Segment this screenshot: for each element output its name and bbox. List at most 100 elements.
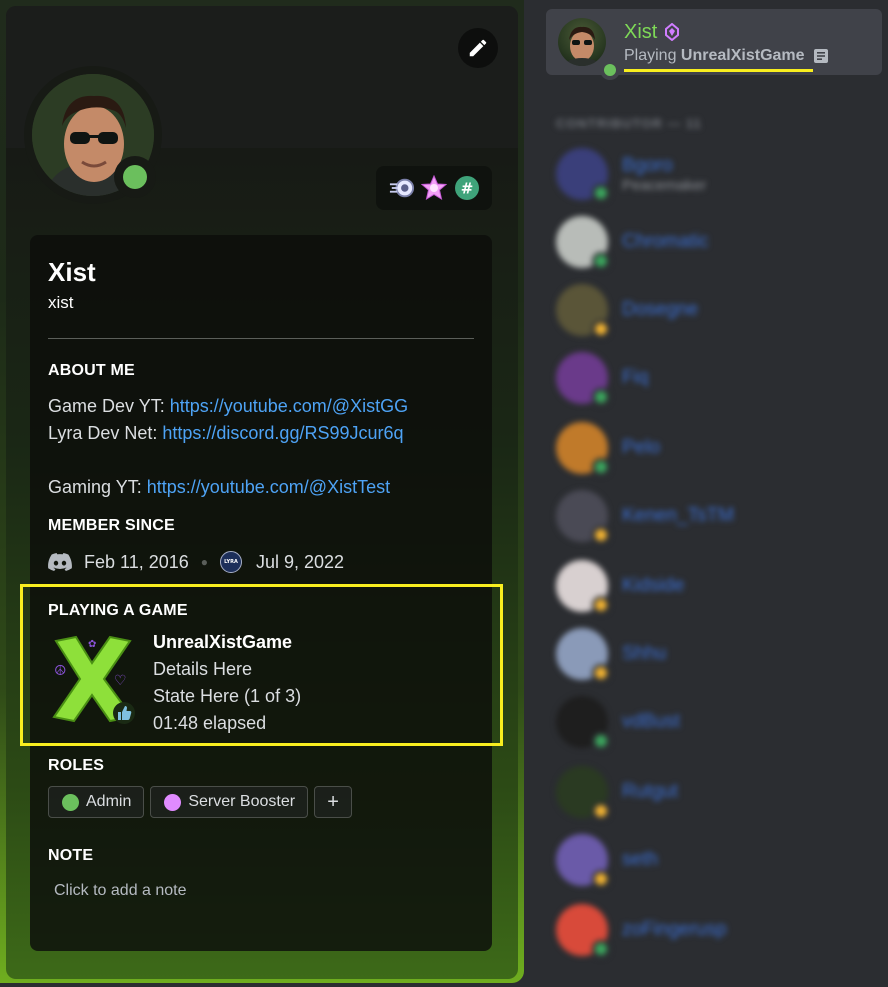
member-activity: Playing UnrealXistGame: [624, 46, 829, 72]
online-status-dot: [604, 64, 616, 76]
role-label: Server Booster: [188, 793, 296, 810]
status-indicator: [592, 664, 610, 682]
divider: [48, 338, 474, 339]
online-status-indicator: [600, 60, 620, 80]
user-profile-popout: # Xist xist ABOUT ME Game Dev YT: https:…: [0, 0, 524, 983]
display-name: Xist: [48, 257, 96, 287]
role-admin[interactable]: Admin: [48, 786, 145, 818]
game-elapsed-time: 01:48 elapsed: [153, 713, 267, 733]
member-since-row: Feb 11, 2016 ● LYRA Jul 9, 2022: [48, 550, 474, 574]
svg-text:✿: ✿: [88, 639, 96, 650]
activity-prefix: Playing: [624, 46, 681, 64]
member-avatar: [556, 696, 610, 750]
member-avatar: [556, 284, 610, 338]
game-state: State Here (1 of 3): [153, 686, 302, 706]
gaming-youtube-link[interactable]: https://youtube.com/@XistTest: [147, 477, 390, 497]
member-avatar: [556, 490, 610, 544]
lyra-discord-link[interactable]: https://discord.gg/RS99Jcur6q: [162, 423, 403, 443]
note-heading: NOTE: [48, 847, 94, 864]
member-name: Rutgut: [622, 781, 678, 802]
role-label: Admin: [86, 793, 132, 810]
discord-member-since-date: Feb 11, 2016: [84, 551, 189, 572]
member-list-item-self[interactable]: Xist Playing UnrealXistGame: [546, 9, 882, 80]
thumbs-up-small-image-icon: [113, 702, 135, 724]
playing-game-heading: PLAYING A GAME: [48, 602, 188, 619]
profile-badges: #: [376, 166, 492, 210]
svg-text:☮: ☮: [54, 663, 67, 679]
about-me-text: Game Dev YT: https://youtube.com/@XistGG…: [48, 393, 474, 501]
about-line-label: Lyra Dev Net:: [48, 423, 163, 443]
role-color-dot: [164, 793, 182, 811]
svg-text:♡: ♡: [114, 673, 127, 689]
member-name: Fiq: [622, 367, 649, 388]
game-text: UnrealXistGame Details Here State Here (…: [153, 629, 301, 737]
about-me-heading: ABOUT ME: [48, 362, 135, 379]
about-line-label: Gaming YT:: [48, 477, 147, 497]
list-item[interactable]: Pelo: [556, 420, 876, 476]
roles-heading: ROLES: [48, 757, 105, 774]
member-name-text: Xist: [624, 20, 658, 43]
status-indicator: [592, 320, 610, 338]
rich-presence-icon: [813, 48, 828, 63]
member-text: Bgoro Peacemaker: [608, 155, 706, 194]
separator-dot: ●: [200, 555, 208, 569]
server-icon: LYRA: [220, 551, 242, 573]
role-server-booster[interactable]: Server Booster: [150, 786, 309, 818]
member-name: zoFingerusp: [622, 919, 727, 940]
hashtag-badge-icon[interactable]: #: [454, 175, 480, 201]
activity-game-name: UnrealXistGame: [680, 46, 805, 64]
member-info: Xist Playing UnrealXistGame: [624, 20, 829, 72]
playing-game-section: PLAYING A GAME ☮ ♡ ✿ UnrealXistGame Deta…: [20, 584, 503, 746]
member-name: Shhu: [622, 643, 667, 664]
online-status-dot: [123, 165, 147, 189]
list-item[interactable]: Chromatic: [556, 214, 876, 270]
member-text: Shhu: [608, 643, 666, 665]
game-large-image[interactable]: ☮ ♡ ✿: [48, 633, 136, 725]
nitro-badge-icon[interactable]: [389, 175, 415, 201]
status-indicator: [592, 388, 610, 406]
member-name: Pelo: [622, 437, 661, 458]
member-avatar: [556, 766, 610, 820]
highlight-underline: [624, 68, 813, 72]
game-activity: ☮ ♡ ✿ UnrealXistGame Details Here State …: [48, 632, 500, 737]
member-name: Dosegne: [622, 299, 699, 320]
note-input[interactable]: Click to add a note: [54, 882, 474, 904]
status-indicator: [592, 526, 610, 544]
member-name: vdBust: [622, 711, 681, 732]
about-line-label: Game Dev YT:: [48, 396, 170, 416]
pencil-icon: [469, 39, 487, 57]
username: xist: [48, 293, 74, 312]
list-item[interactable]: Shhu: [556, 626, 876, 682]
list-item[interactable]: Dosegne: [556, 282, 876, 338]
status-indicator: [592, 252, 610, 270]
list-item[interactable]: Kidside: [556, 558, 876, 614]
list-item[interactable]: vdBust: [556, 694, 876, 750]
member-name: Chromatic: [622, 231, 709, 252]
roles-list: Admin Server Booster +: [48, 786, 353, 818]
member-avatar: [556, 904, 610, 958]
list-item[interactable]: Kenen_TsTM: [556, 488, 876, 544]
status-indicator: [592, 184, 610, 202]
edit-profile-button[interactable]: [458, 28, 498, 68]
list-item[interactable]: Rutgut: [556, 764, 876, 820]
server-icon-label: LYRA: [224, 559, 238, 565]
list-item[interactable]: zoFingerusp: [556, 902, 876, 958]
list-item[interactable]: Fiq: [556, 350, 876, 406]
profile-card-inner: # Xist xist ABOUT ME Game Dev YT: https:…: [6, 6, 518, 979]
member-avatar: [556, 148, 610, 202]
list-item[interactable]: seth: [556, 832, 876, 888]
member-name: Xist: [624, 20, 829, 44]
status-indicator: [592, 802, 610, 820]
member-since-heading: MEMBER SINCE: [48, 517, 175, 534]
member-name: Kidside: [622, 575, 685, 596]
member-name: Bgoro: [622, 154, 673, 176]
member-avatar: [556, 560, 610, 614]
add-role-button[interactable]: +: [314, 786, 353, 818]
game-dev-youtube-link[interactable]: https://youtube.com/@XistGG: [170, 396, 408, 416]
star-booster-badge-icon[interactable]: [421, 175, 447, 201]
game-name: UnrealXistGame: [153, 632, 293, 652]
list-item[interactable]: Bgoro Peacemaker: [556, 146, 876, 202]
member-avatar: [556, 352, 610, 406]
status-indicator: [592, 870, 610, 888]
status-indicator: [592, 596, 610, 614]
